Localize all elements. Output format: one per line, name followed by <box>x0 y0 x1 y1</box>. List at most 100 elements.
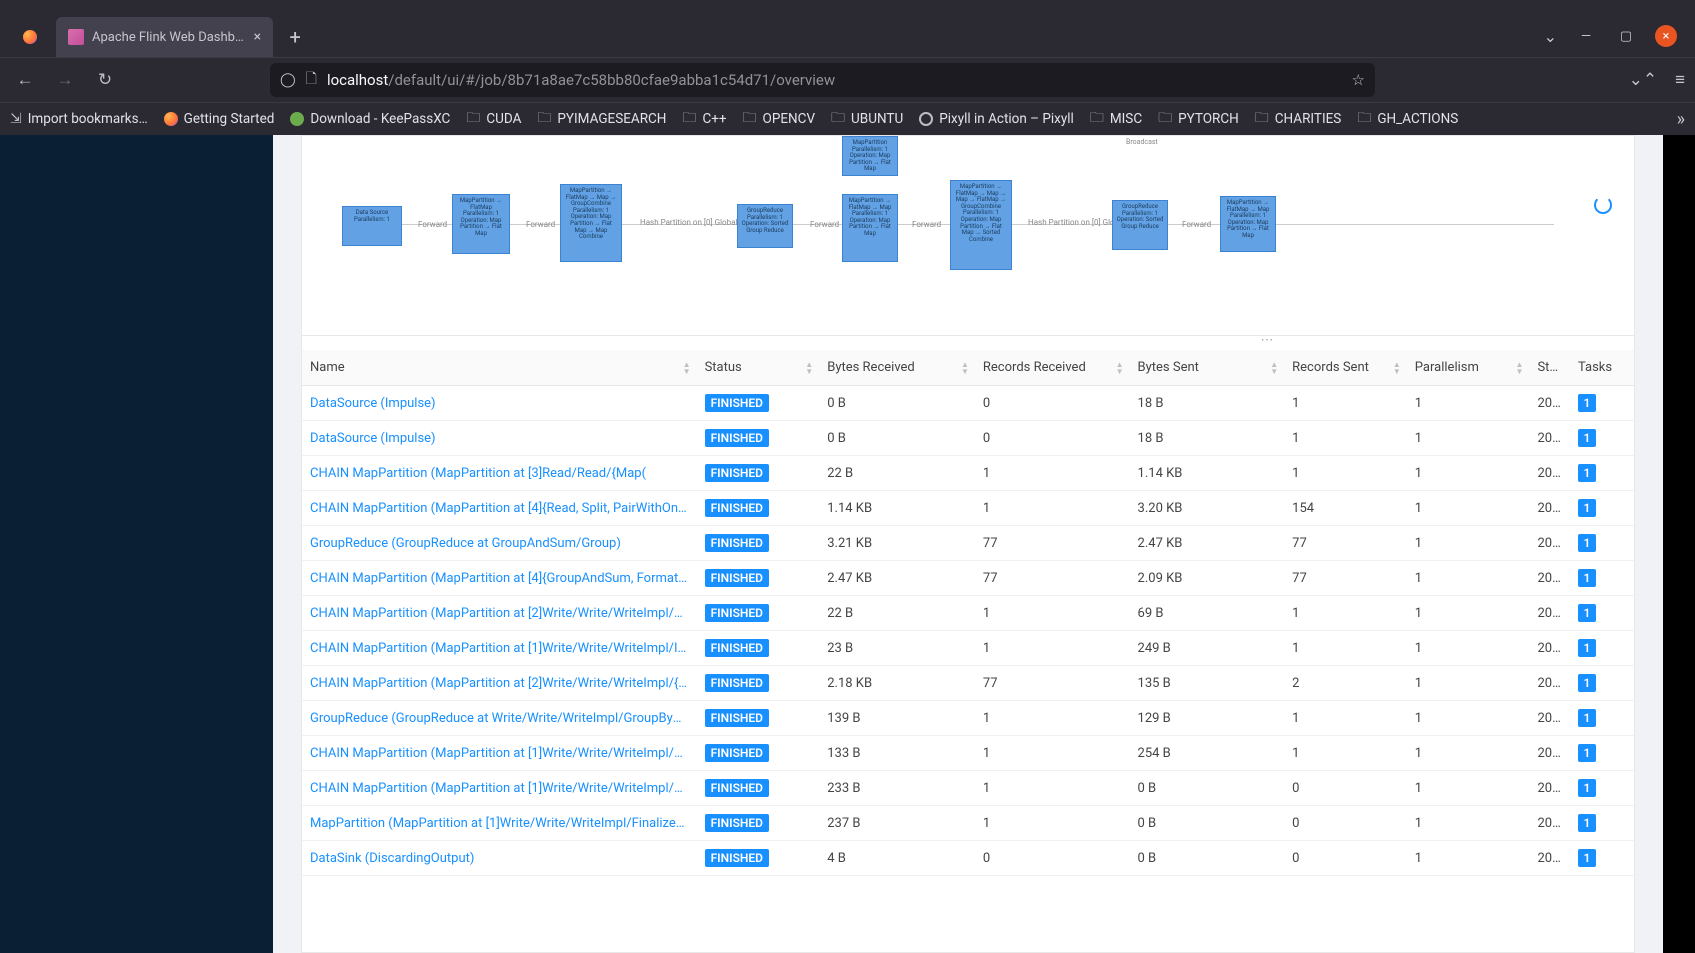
cell-records-sent: 1 <box>1284 701 1407 736</box>
table-row[interactable]: MapPartition (MapPartition at [1]Write/W… <box>302 806 1634 841</box>
vertex-name-link[interactable]: CHAIN MapPartition (MapPartition at [1]W… <box>302 631 697 666</box>
window-close-button[interactable]: × <box>1655 25 1677 47</box>
vertex-name-link[interactable]: GroupReduce (GroupReduce at GroupAndSum/… <box>302 526 697 561</box>
dag-node[interactable]: GroupReduceParallelism: 1Operation: Sort… <box>737 204 793 248</box>
dag-node[interactable]: MapPartitionParallelism: 1Operation: Map… <box>842 136 898 176</box>
column-resize-handle[interactable]: ⋯ <box>902 336 1634 350</box>
app-menu-icon[interactable]: ≡ <box>1675 70 1685 90</box>
cell-start: 2022- <box>1529 421 1570 456</box>
sort-icon[interactable]: ▲▼ <box>1270 361 1278 375</box>
col-parallelism[interactable]: Parallelism▲▼ <box>1407 350 1530 386</box>
nav-reload-button[interactable]: ↻ <box>90 65 120 95</box>
bookmark-cpp[interactable]: 🗀C++ <box>682 107 726 131</box>
folder-icon: 🗀 <box>743 107 757 131</box>
table-row[interactable]: GroupReduce (GroupReduce at GroupAndSum/… <box>302 526 1634 561</box>
dag-node[interactable]: Data SourceParallelism: 1 <box>342 206 402 246</box>
table-row[interactable]: CHAIN MapPartition (MapPartition at [4]{… <box>302 561 1634 596</box>
bookmark-pixyll[interactable]: Pixyll in Action – Pixyll <box>919 111 1074 127</box>
cell-records-sent: 1 <box>1284 456 1407 491</box>
tasks-badge: 1 <box>1578 779 1596 797</box>
sort-icon[interactable]: ▲▼ <box>1116 361 1124 375</box>
col-status[interactable]: Status▲▼ <box>697 350 820 386</box>
col-start[interactable]: Start <box>1529 350 1570 386</box>
bookmarks-overflow-icon[interactable]: » <box>1677 109 1685 130</box>
browser-tab-active[interactable]: Apache Flink Web Dashb… × <box>56 17 273 57</box>
bookmark-getting-started[interactable]: Getting Started <box>164 111 275 127</box>
bookmark-import[interactable]: ⇲Import bookmarks… <box>10 111 148 127</box>
pocket-icon[interactable]: ⌄⌃ <box>1629 70 1658 90</box>
bookmark-charities[interactable]: 🗀CHARITIES <box>1255 107 1342 131</box>
bookmark-ghactions[interactable]: 🗀GH_ACTIONS <box>1357 107 1458 131</box>
sort-icon[interactable]: ▲▼ <box>683 361 691 375</box>
cell-records-sent: 1 <box>1284 386 1407 421</box>
dag-node[interactable]: MapPartition → FlatMap → MapParallelism:… <box>1220 196 1276 252</box>
col-tasks[interactable]: Tasks <box>1570 350 1634 386</box>
tab-close-icon[interactable]: × <box>254 29 261 45</box>
cell-bytes-received: 23 B <box>819 631 975 666</box>
dag-node[interactable]: MapPartition → FlatMap → Map → GroupComb… <box>560 184 622 262</box>
firefox-home-tab[interactable] <box>6 17 54 57</box>
bookmark-misc[interactable]: 🗀MISC <box>1090 107 1142 131</box>
bookmark-pyimagesearch[interactable]: 🗀PYIMAGESEARCH <box>537 107 666 131</box>
vertex-name-link[interactable]: CHAIN MapPartition (MapPartition at [4]{… <box>302 561 697 596</box>
table-row[interactable]: CHAIN MapPartition (MapPartition at [2]W… <box>302 666 1634 701</box>
cell-bytes-sent: 129 B <box>1130 701 1285 736</box>
table-row[interactable]: CHAIN MapPartition (MapPartition at [1]W… <box>302 736 1634 771</box>
folder-icon: 🗀 <box>831 107 845 131</box>
tasks-badge: 1 <box>1578 569 1596 587</box>
table-row[interactable]: CHAIN MapPartition (MapPartition at [1]W… <box>302 771 1634 806</box>
vertex-name-link[interactable]: GroupReduce (GroupReduce at Write/Write/… <box>302 701 697 736</box>
vertex-name-link[interactable]: CHAIN MapPartition (MapPartition at [1]W… <box>302 736 697 771</box>
job-dag-canvas[interactable]: Data SourceParallelism: 1 Forward MapPar… <box>302 136 1634 336</box>
vertex-name-link[interactable]: CHAIN MapPartition (MapPartition at [2]W… <box>302 596 697 631</box>
sort-icon[interactable]: ▲▼ <box>805 361 813 375</box>
table-row[interactable]: GroupReduce (GroupReduce at Write/Write/… <box>302 701 1634 736</box>
vertex-name-link[interactable]: CHAIN MapPartition (MapPartition at [3]R… <box>302 456 697 491</box>
table-row[interactable]: CHAIN MapPartition (MapPartition at [1]W… <box>302 631 1634 666</box>
vertex-name-link[interactable]: DataSource (Impulse) <box>302 421 697 456</box>
table-row[interactable]: DataSource (Impulse)FINISHED0 B018 B1120… <box>302 386 1634 421</box>
bookmark-keepass[interactable]: Download - KeePassXC <box>290 111 450 127</box>
nav-back-button[interactable]: ← <box>10 65 40 95</box>
vertex-name-link[interactable]: DataSink (DiscardingOutput) <box>302 841 697 876</box>
cell-parallelism: 1 <box>1407 666 1530 701</box>
col-bytes-sent[interactable]: Bytes Sent▲▼ <box>1130 350 1285 386</box>
window-minimize-button[interactable]: — <box>1575 25 1597 47</box>
window-maximize-button[interactable]: ▢ <box>1615 25 1637 47</box>
bookmark-opencv[interactable]: 🗀OPENCV <box>743 107 816 131</box>
window-titlebar: Apache Flink Web Dashb… × + ⌄ — ▢ × <box>0 0 1695 57</box>
list-all-tabs-icon[interactable]: ⌄ <box>1544 27 1557 46</box>
bookmark-ubuntu[interactable]: 🗀UBUNTU <box>831 107 903 131</box>
vertex-name-link[interactable]: CHAIN MapPartition (MapPartition at [2]W… <box>302 666 697 701</box>
new-tab-button[interactable]: + <box>279 21 311 53</box>
col-bytes-received[interactable]: Bytes Received▲▼ <box>819 350 975 386</box>
dag-node[interactable]: MapPartition → FlatMap → Map → Map → Fla… <box>950 180 1012 270</box>
url-bar[interactable]: ◯ 🗋 localhost/default/ui/#/job/8b71a8ae7… <box>270 63 1375 97</box>
bookmark-pytorch[interactable]: 🗀PYTORCH <box>1158 107 1239 131</box>
vertex-name-link[interactable]: CHAIN MapPartition (MapPartition at [4]{… <box>302 491 697 526</box>
dag-node[interactable]: MapPartition → FlatMapParallelism: 1Oper… <box>452 194 510 254</box>
sort-icon[interactable]: ▲▼ <box>1516 361 1524 375</box>
sort-icon[interactable]: ▲▼ <box>961 361 969 375</box>
dag-node[interactable]: MapPartition → FlatMap → MapParallelism:… <box>842 194 898 262</box>
bookmark-star-icon[interactable]: ☆ <box>1352 71 1365 89</box>
cell-bytes-received: 4 B <box>819 841 975 876</box>
table-row[interactable]: DataSource (Impulse)FINISHED0 B018 B1120… <box>302 421 1634 456</box>
table-row[interactable]: CHAIN MapPartition (MapPartition at [2]W… <box>302 596 1634 631</box>
col-name[interactable]: Name▲▼ <box>302 350 697 386</box>
table-row[interactable]: DataSink (DiscardingOutput)FINISHED4 B00… <box>302 841 1634 876</box>
vertex-name-link[interactable]: MapPartition (MapPartition at [1]Write/W… <box>302 806 697 841</box>
dag-node[interactable]: GroupReduceParallelism: 1Operation: Sort… <box>1112 200 1168 250</box>
col-records-sent[interactable]: Records Sent▲▼ <box>1284 350 1407 386</box>
col-records-received[interactable]: Records Received▲▼ <box>975 350 1130 386</box>
table-row[interactable]: CHAIN MapPartition (MapPartition at [3]R… <box>302 456 1634 491</box>
sort-icon[interactable]: ▲▼ <box>1393 361 1401 375</box>
nav-forward-button[interactable]: → <box>50 65 80 95</box>
cell-bytes-received: 2.18 KB <box>819 666 975 701</box>
dag-edge-label: Broadcast <box>1126 138 1158 146</box>
vertex-name-link[interactable]: DataSource (Impulse) <box>302 386 697 421</box>
bookmark-cuda[interactable]: 🗀CUDA <box>466 107 521 131</box>
vertex-name-link[interactable]: CHAIN MapPartition (MapPartition at [1]W… <box>302 771 697 806</box>
cell-records-received: 1 <box>975 491 1130 526</box>
table-row[interactable]: CHAIN MapPartition (MapPartition at [4]{… <box>302 491 1634 526</box>
